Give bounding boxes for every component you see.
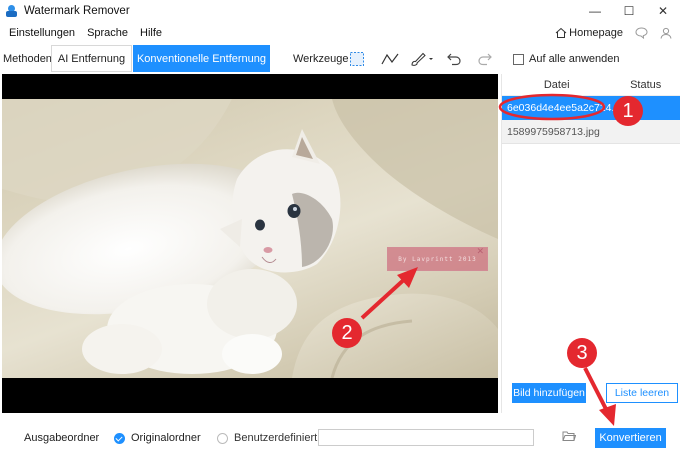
annotation-marker-3: 3 [567, 338, 597, 368]
menu-hilfe[interactable]: Hilfe [140, 27, 162, 39]
watermark-text: By Lavprintt 2013 [398, 255, 477, 263]
image-preview[interactable]: By Lavprintt 2013 ✕ [2, 74, 498, 413]
app-logo-icon [5, 4, 18, 18]
output-folder-label: Ausgabeordner [24, 432, 100, 444]
output-bar: Ausgabeordner Originalordner Benutzerdef… [0, 424, 680, 450]
undo-icon[interactable] [444, 49, 464, 69]
file-row[interactable]: 6e036d4e4ee5a2c724... [502, 96, 680, 120]
column-file: Datei [543, 78, 570, 91]
maximize-button[interactable]: ☐ [612, 0, 646, 22]
add-image-button[interactable]: Bild hinzufügen [512, 383, 586, 403]
menu-sprache[interactable]: Sprache [87, 27, 128, 39]
conventional-removal-tab[interactable]: Konventionelle Entfernung [133, 45, 270, 72]
checkbox-box[interactable] [513, 53, 524, 65]
rectangle-select-icon[interactable] [347, 49, 367, 69]
homepage-label: Homepage [569, 27, 623, 39]
output-path-input[interactable] [318, 429, 534, 446]
window-title: Watermark Remover [24, 5, 130, 17]
custom-folder-radio[interactable]: Benutzerdefiniert [217, 432, 317, 444]
ai-removal-tab[interactable]: AI Entfernung [51, 45, 132, 72]
annotation-marker-1: 1 [613, 96, 643, 126]
radio-checked-icon[interactable] [114, 432, 125, 444]
chat-icon[interactable] [635, 27, 648, 39]
apply-all-label: Auf alle anwenden [529, 53, 620, 65]
clear-list-button[interactable]: Liste leeren [606, 383, 678, 403]
minimize-button[interactable]: — [578, 0, 612, 22]
folder-open-icon[interactable] [562, 430, 577, 445]
photo-illustration [2, 99, 498, 378]
methods-label: Methoden: [3, 53, 55, 65]
file-list-header: Datei Status [502, 74, 680, 96]
file-row[interactable]: 1589975958713.jpg [502, 120, 680, 144]
original-folder-label: Originalordner [131, 432, 201, 444]
file-name: 6e036d4e4ee5a2c724... [507, 102, 621, 114]
file-name: 1589975958713.jpg [507, 125, 600, 138]
cat-photo: By Lavprintt 2013 ✕ [2, 99, 498, 378]
homepage-link[interactable]: Homepage [555, 27, 623, 39]
selection-close-icon[interactable]: ✕ [476, 246, 484, 257]
column-status: Status [630, 78, 662, 91]
custom-folder-label: Benutzerdefiniert [234, 432, 318, 444]
original-folder-radio[interactable]: Originalordner [114, 432, 201, 444]
close-button[interactable]: ✕ [646, 0, 680, 22]
menu-einstellungen[interactable]: Einstellungen [9, 27, 75, 39]
toolbar: Methoden: AI Entfernung Konventionelle E… [0, 45, 680, 72]
annotation-marker-2: 2 [332, 318, 362, 348]
home-icon [555, 27, 567, 38]
user-icon[interactable] [660, 27, 672, 39]
redo-icon[interactable] [475, 49, 495, 69]
convert-button[interactable]: Konvertieren [595, 428, 666, 448]
title-bar: Watermark Remover — ☐ ✕ [0, 0, 680, 22]
brush-dropdown-icon[interactable] [409, 49, 437, 69]
apply-all-checkbox[interactable]: Auf alle anwenden [513, 53, 620, 65]
menu-bar: Einstellungen Sprache Hilfe Homepage [0, 22, 680, 44]
watermark-selection[interactable]: By Lavprintt 2013 ✕ [387, 246, 488, 271]
radio-unchecked-icon[interactable] [217, 432, 228, 444]
tools-label: Werkzeuge [293, 53, 349, 65]
polygon-lasso-icon[interactable] [380, 49, 400, 69]
